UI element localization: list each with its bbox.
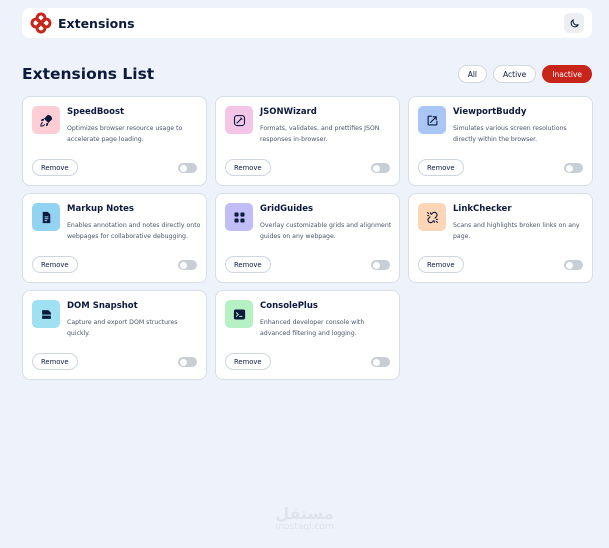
- filter-inactive-button[interactable]: Inactive: [542, 65, 592, 83]
- extension-card-dom-snapshot: DOM Snapshot Capture and export DOM stru…: [22, 290, 207, 380]
- toggle-knob: [179, 358, 187, 366]
- extension-card-consoleplus: ConsolePlus Enhanced developer console w…: [215, 290, 400, 380]
- remove-button[interactable]: Remove: [32, 159, 78, 176]
- toggle-knob: [372, 261, 380, 269]
- extension-description: Capture and export DOM structures quickl…: [67, 319, 178, 337]
- extension-description: Overlay customizable grids and alignment…: [260, 222, 392, 240]
- extension-description: Enables annotation and notes directly on…: [67, 222, 201, 240]
- watermark: مستقل mostaql.com: [0, 506, 609, 533]
- extension-name: SpeedBoost: [67, 107, 125, 117]
- broken-link-icon: [418, 203, 446, 231]
- remove-button[interactable]: Remove: [225, 353, 271, 370]
- extensions-grid: SpeedBoost Optimizes browser resource us…: [22, 96, 593, 380]
- extension-card-speedboost: SpeedBoost Optimizes browser resource us…: [22, 96, 207, 186]
- enable-toggle[interactable]: [564, 260, 583, 270]
- extension-card-linkchecker: LinkChecker Scans and highlights broken …: [408, 193, 593, 283]
- extensions-logo-icon: [30, 12, 52, 34]
- filter-active-button[interactable]: Active: [493, 65, 537, 83]
- toggle-knob: [179, 164, 187, 172]
- remove-button[interactable]: Remove: [32, 256, 78, 273]
- extension-name: Markup Notes: [67, 204, 134, 214]
- moon-icon: [569, 14, 580, 33]
- extension-description: Formats, validates, and prettifies JSON …: [260, 125, 380, 143]
- rocket-icon: [32, 106, 60, 134]
- theme-toggle-button[interactable]: [564, 13, 584, 33]
- extension-card-viewportbuddy: ViewportBuddy Simulates various screen r…: [408, 96, 593, 186]
- extension-name: ViewportBuddy: [453, 107, 527, 117]
- toggle-knob: [372, 358, 380, 366]
- remove-button[interactable]: Remove: [225, 159, 271, 176]
- extension-name: GridGuides: [260, 204, 314, 214]
- enable-toggle[interactable]: [371, 163, 390, 173]
- enable-toggle[interactable]: [178, 357, 197, 367]
- watermark-arabic: مستقل: [275, 504, 334, 523]
- remove-button[interactable]: Remove: [418, 256, 464, 273]
- extension-description: Scans and highlights broken links on any…: [453, 222, 580, 240]
- enable-toggle[interactable]: [178, 163, 197, 173]
- title-row: Extensions List All Active Inactive: [22, 65, 592, 83]
- remove-button[interactable]: Remove: [32, 353, 78, 370]
- brand[interactable]: Extensions: [30, 12, 135, 34]
- toggle-knob: [565, 164, 573, 172]
- toggle-knob: [372, 164, 380, 172]
- toggle-knob: [179, 261, 187, 269]
- filter-all-button[interactable]: All: [457, 65, 488, 83]
- wand-icon: [225, 106, 253, 134]
- enable-toggle[interactable]: [564, 163, 583, 173]
- watermark-latin: mostaql.com: [275, 522, 334, 532]
- extension-card-gridguides: GridGuides Overlay customizable grids an…: [215, 193, 400, 283]
- toggle-knob: [565, 261, 573, 269]
- note-icon: [32, 203, 60, 231]
- resize-icon: [418, 106, 446, 134]
- enable-toggle[interactable]: [371, 357, 390, 367]
- remove-button[interactable]: Remove: [225, 256, 271, 273]
- app-header: Extensions: [22, 8, 592, 38]
- extension-description: Enhanced developer console with advanced…: [260, 319, 365, 337]
- enable-toggle[interactable]: [178, 260, 197, 270]
- extension-name: DOM Snapshot: [67, 301, 138, 311]
- extension-description: Optimizes browser resource usage to acce…: [67, 125, 183, 143]
- extension-name: LinkChecker: [453, 204, 512, 214]
- filter-group: All Active Inactive: [457, 65, 592, 83]
- remove-button[interactable]: Remove: [418, 159, 464, 176]
- grid-icon: [225, 203, 253, 231]
- page-title: Extensions List: [22, 65, 155, 83]
- enable-toggle[interactable]: [371, 260, 390, 270]
- extension-name: ConsolePlus: [260, 301, 318, 311]
- extension-card-jsonwizard: JSONWizard Formats, validates, and prett…: [215, 96, 400, 186]
- brand-name: Extensions: [58, 15, 135, 31]
- extension-card-markup-notes: Markup Notes Enables annotation and note…: [22, 193, 207, 283]
- terminal-icon: [225, 300, 253, 328]
- extension-name: JSONWizard: [260, 107, 317, 117]
- extension-description: Simulates various screen resolutions dir…: [453, 125, 567, 143]
- snapshot-icon: [32, 300, 60, 328]
